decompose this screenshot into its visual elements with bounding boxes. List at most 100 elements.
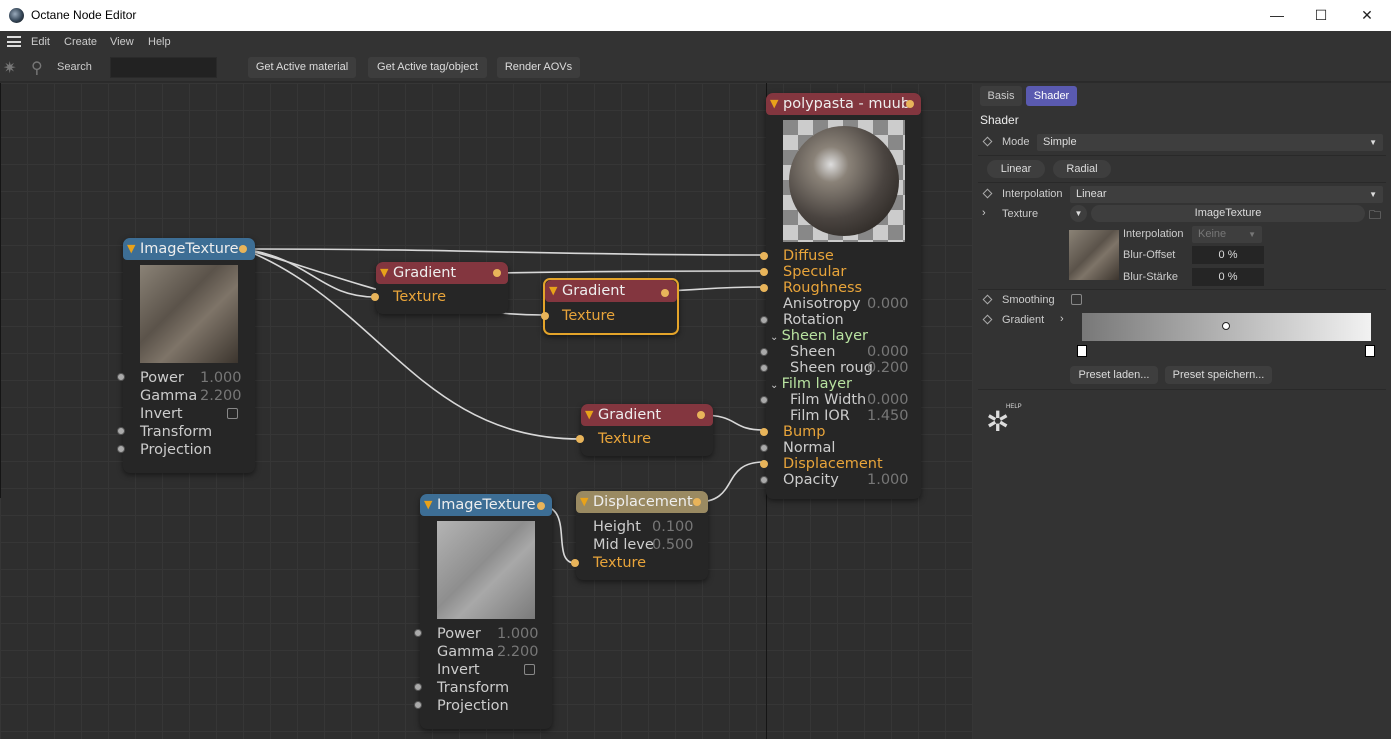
output-pin[interactable]	[661, 289, 669, 297]
output-pin[interactable]	[693, 498, 701, 506]
sheen-roughness-value[interactable]: 0.200	[867, 359, 909, 377]
node-gradient-1[interactable]: ▼ Gradient Texture	[371, 262, 508, 314]
texture-input-pin[interactable]	[541, 312, 549, 320]
gradient-bar[interactable]	[1082, 313, 1371, 341]
power-pin[interactable]	[414, 629, 422, 637]
node-header[interactable]: ▼ ImageTexture	[420, 494, 552, 516]
get-active-tag-object-button[interactable]: Get Active tag/object	[368, 57, 487, 78]
collapse-triangle-icon[interactable]: ▼	[424, 494, 432, 516]
radial-button[interactable]: Radial	[1053, 160, 1111, 178]
keyframe-diamond-icon[interactable]	[982, 188, 993, 199]
collapse-triangle-icon[interactable]: ▼	[549, 280, 557, 302]
expand-chevron-icon[interactable]: ⌄	[770, 380, 782, 391]
expand-chevron-icon[interactable]: ⌄	[770, 332, 782, 343]
node-header[interactable]: ▼ ImageTexture	[123, 238, 255, 260]
node-displacement[interactable]: ▼ Displacement Height 0.100 Mid leve 0.500 …	[571, 491, 708, 580]
texture-link-button[interactable]: ImageTexture	[1091, 205, 1365, 222]
transform-pin[interactable]	[414, 683, 422, 691]
menu-edit[interactable]: Edit	[31, 36, 50, 48]
gear-octane-icon[interactable]: ✷	[3, 58, 23, 78]
node-header[interactable]: ▼ Gradient	[581, 404, 713, 426]
preset-load-button[interactable]: Preset laden...	[1070, 366, 1158, 384]
output-pin[interactable]	[697, 411, 705, 419]
bump-pin[interactable]	[760, 428, 768, 436]
hamburger-menu-icon[interactable]	[7, 36, 21, 47]
diffuse-pin[interactable]	[760, 252, 768, 260]
collapse-triangle-icon[interactable]: ▼	[127, 238, 135, 260]
anisotropy-value[interactable]: 0.000	[867, 295, 909, 313]
output-pin[interactable]	[239, 245, 247, 253]
invert-checkbox[interactable]	[227, 408, 238, 419]
film-width-pin[interactable]	[760, 396, 768, 404]
texture-input-pin[interactable]	[371, 293, 379, 301]
search-input[interactable]	[110, 57, 217, 78]
menu-create[interactable]: Create	[64, 36, 97, 48]
sheen-roughness-pin[interactable]	[760, 364, 768, 372]
gradient-midpoint-knob[interactable]	[1222, 322, 1230, 330]
sheen-pin[interactable]	[760, 348, 768, 356]
keyframe-diamond-icon[interactable]	[982, 314, 993, 325]
blur-strength-field[interactable]: 0 %	[1192, 268, 1264, 286]
render-aovs-button[interactable]: Render AOVs	[497, 57, 580, 78]
menu-help[interactable]: Help	[148, 36, 171, 48]
menu-view[interactable]: View	[110, 36, 134, 48]
roughness-pin[interactable]	[760, 284, 768, 292]
film-ior-value[interactable]: 1.450	[867, 407, 909, 425]
height-value[interactable]: 0.100	[652, 518, 694, 536]
gamma-value[interactable]: 2.200	[200, 387, 242, 405]
sub-interpolation-dropdown[interactable]: Keine ▼	[1192, 226, 1262, 243]
gradient-end-stop[interactable]	[1365, 345, 1375, 357]
gradient-start-stop[interactable]	[1077, 345, 1087, 357]
mode-dropdown[interactable]: Simple ▼	[1037, 134, 1383, 151]
keyframe-diamond-icon[interactable]	[982, 294, 993, 305]
invert-checkbox[interactable]	[524, 664, 535, 675]
preset-save-button[interactable]: Preset speichern...	[1165, 366, 1272, 384]
node-header[interactable]: ▼ Displacement	[576, 491, 708, 513]
maximize-button[interactable]: ☐	[1298, 0, 1344, 31]
node-header[interactable]: ▼ Gradient	[545, 280, 677, 302]
node-canvas[interactable]: ▼ ImageTexture Power 1.000 Gamma 2.200 Inve…	[0, 83, 973, 739]
expand-chevron-icon[interactable]: ›	[1060, 313, 1064, 325]
power-pin[interactable]	[117, 373, 125, 381]
node-header[interactable]: ▼ polypasta - muub	[766, 93, 921, 115]
blur-offset-field[interactable]: 0 %	[1192, 246, 1264, 264]
node-gradient-3[interactable]: ▼ Gradient Texture	[576, 404, 713, 456]
collapse-triangle-icon[interactable]: ▼	[380, 262, 388, 284]
output-pin[interactable]	[537, 502, 545, 510]
texture-menu-chevron-icon[interactable]: ▼	[1070, 205, 1087, 222]
node-gradient-2[interactable]: ▼ Gradient Texture	[541, 278, 679, 335]
get-active-material-button[interactable]: Get Active material	[248, 57, 356, 78]
node-imagetexture-2[interactable]: ▼ ImageTexture Power 1.000 Gamma 2.200 Inve…	[414, 494, 552, 729]
interpolation-dropdown[interactable]: Linear ▼	[1070, 186, 1383, 203]
tab-basis[interactable]: Basis	[980, 86, 1022, 106]
projection-pin[interactable]	[117, 445, 125, 453]
folder-icon[interactable]: 🗀	[1369, 206, 1381, 227]
texture-input-pin[interactable]	[571, 559, 579, 567]
normal-pin[interactable]	[760, 444, 768, 452]
opacity-pin[interactable]	[760, 476, 768, 484]
transform-pin[interactable]	[117, 427, 125, 435]
opacity-value[interactable]: 1.000	[867, 471, 909, 489]
rotation-pin[interactable]	[760, 316, 768, 324]
output-pin[interactable]	[906, 100, 914, 108]
mid-level-value[interactable]: 0.500	[652, 536, 694, 554]
close-button[interactable]: ✕	[1344, 0, 1390, 31]
expand-chevron-icon[interactable]: ›	[982, 207, 986, 219]
smoothing-checkbox[interactable]	[1071, 294, 1082, 305]
output-pin[interactable]	[493, 269, 501, 277]
power-value[interactable]: 1.000	[497, 625, 539, 643]
keyframe-diamond-icon[interactable]	[982, 136, 993, 147]
specular-pin[interactable]	[760, 268, 768, 276]
displacement-pin[interactable]	[760, 460, 768, 468]
node-imagetexture-1[interactable]: ▼ ImageTexture Power 1.000 Gamma 2.200 Inve…	[117, 238, 255, 473]
tab-shader[interactable]: Shader	[1026, 86, 1077, 106]
collapse-triangle-icon[interactable]: ▼	[585, 404, 593, 426]
texture-input-pin[interactable]	[576, 435, 584, 443]
power-value[interactable]: 1.000	[200, 369, 242, 387]
collapse-triangle-icon[interactable]: ▼	[580, 491, 588, 513]
collapse-triangle-icon[interactable]: ▼	[770, 93, 778, 115]
node-material-polypasta[interactable]: ▼ polypasta - muub Diffuse Specular Rough…	[760, 93, 921, 499]
gamma-value[interactable]: 2.200	[497, 643, 539, 661]
magnet-icon[interactable]: ⚲	[31, 58, 51, 78]
minimize-button[interactable]: —	[1254, 0, 1300, 31]
